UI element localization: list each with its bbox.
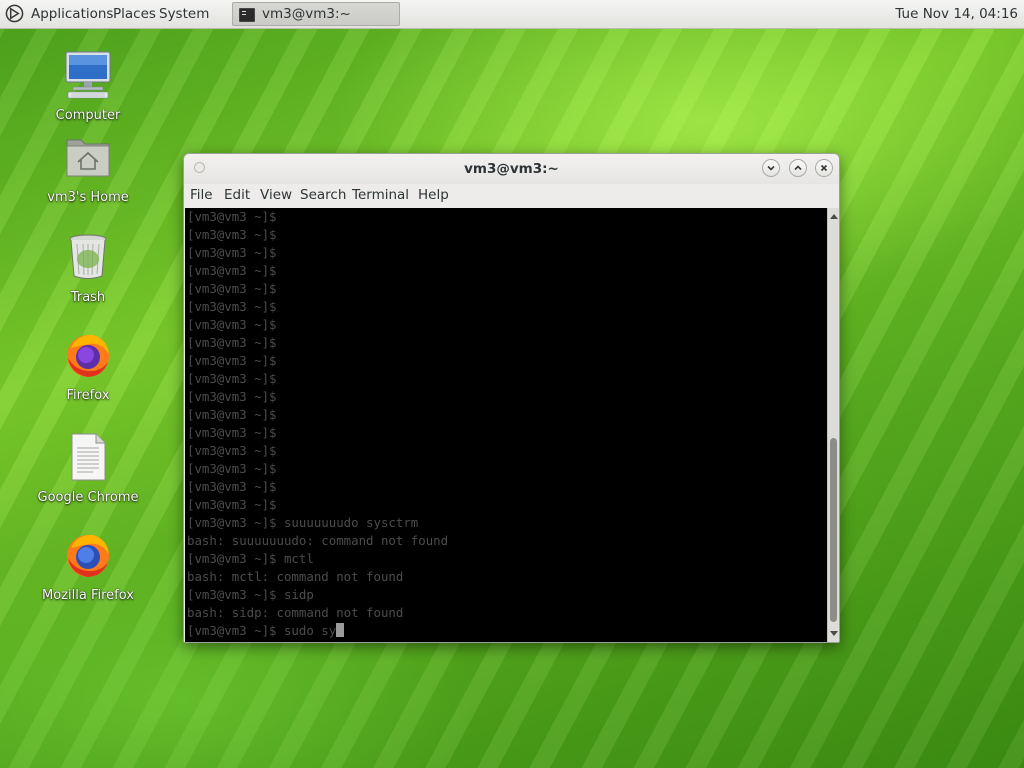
terminal-line: [vm3@vm3 ~]$ <box>187 334 277 352</box>
terminal-line-text: [vm3@vm3 ~]$ mctl <box>187 551 314 566</box>
firefox-icon <box>67 334 109 377</box>
menu-file[interactable]: File <box>190 187 213 203</box>
taskbar-terminal-button[interactable]: vm3@vm3:~ <box>232 2 400 26</box>
menu-view[interactable]: View <box>260 187 292 203</box>
clock[interactable]: Tue Nov 14, 04:16 <box>895 6 1018 22</box>
terminal-output[interactable]: [vm3@vm3 ~]$ [vm3@vm3 ~]$ [vm3@vm3 ~]$ [vm3… <box>185 208 827 642</box>
terminal-line-text: [vm3@vm3 ~]$ <box>187 443 277 458</box>
menu-search[interactable]: Search <box>300 187 346 203</box>
top-panel: Applications Places System vm3@vm3:~ Tue… <box>0 0 1024 29</box>
terminal-cursor <box>336 623 345 637</box>
terminal-line-text: [vm3@vm3 ~]$ <box>187 335 277 350</box>
terminal-line-text: [vm3@vm3 ~]$ <box>187 209 277 224</box>
terminal-line-text: [vm3@vm3 ~]$ <box>187 389 277 404</box>
desktop-icon-home[interactable]: vm3's Home <box>28 132 148 205</box>
terminal-line: [vm3@vm3 ~]$ <box>187 460 277 478</box>
terminal-scrollbar[interactable] <box>827 208 839 642</box>
document-icon <box>71 433 106 481</box>
terminal-line-text: [vm3@vm3 ~]$ suuuuuuudo sysctrm <box>187 515 419 530</box>
desktop-icon-mozilla-firefox[interactable]: Mozilla Firefox <box>28 530 148 603</box>
computer-icon <box>65 51 111 99</box>
menu-terminal[interactable]: Terminal <box>352 187 409 203</box>
maximize-button[interactable] <box>789 159 807 177</box>
chevron-down-icon <box>767 165 775 171</box>
places-menu[interactable]: Places <box>113 6 156 22</box>
desktop-icon-label: Trash <box>70 290 106 305</box>
distro-logo-icon[interactable] <box>5 4 24 23</box>
terminal-line-text: [vm3@vm3 ~]$ sudo sy <box>187 623 337 638</box>
terminal-line: bash: sidp: command not found <box>187 604 403 622</box>
terminal-line: [vm3@vm3 ~]$ sidp <box>187 586 314 604</box>
terminal-line: [vm3@vm3 ~]$ <box>187 316 277 334</box>
terminal-line-text: [vm3@vm3 ~]$ <box>187 227 277 242</box>
desktop-icon-label: Mozilla Firefox <box>42 588 134 603</box>
desktop-icon-label: vm3's Home <box>47 190 129 205</box>
terminal-line: [vm3@vm3 ~]$ mctl <box>187 550 314 568</box>
terminal-line: [vm3@vm3 ~]$ <box>187 496 277 514</box>
desktop-icon-label: Firefox <box>66 388 110 403</box>
terminal-line-text: [vm3@vm3 ~]$ <box>187 479 277 494</box>
window-menubar: File Edit View Search Terminal Help <box>184 184 839 208</box>
chevron-up-icon <box>794 165 802 171</box>
terminal-line-text: [vm3@vm3 ~]$ sidp <box>187 587 314 602</box>
window-title: vm3@vm3:~ <box>464 161 559 177</box>
terminal-line: bash: suuuuuuudo: command not found <box>187 532 448 550</box>
terminal-line: bash: mctl: command not found <box>187 568 403 586</box>
terminal-line: [vm3@vm3 ~]$ suuuuuuudo sysctrm <box>187 514 418 532</box>
terminal-line-text: bash: suuuuuuudo: command not found <box>187 533 449 548</box>
terminal-line: [vm3@vm3 ~]$ <box>187 388 277 406</box>
terminal-line-text: [vm3@vm3 ~]$ <box>187 299 277 314</box>
trash-icon <box>69 234 107 279</box>
applications-menu[interactable]: Applications <box>31 6 113 22</box>
desktop-icon-trash[interactable]: Trash <box>28 232 148 305</box>
terminal-line-text: bash: sidp: command not found <box>187 605 404 620</box>
desktop-icon-label: Computer <box>55 108 121 123</box>
scrollbar-thumb[interactable] <box>830 438 837 622</box>
menu-help[interactable]: Help <box>418 187 449 203</box>
terminal-line: [vm3@vm3 ~]$ <box>187 406 277 424</box>
terminal-line: [vm3@vm3 ~]$ <box>187 262 277 280</box>
menu-edit[interactable]: Edit <box>224 187 250 203</box>
desktop-icon-label: Google Chrome <box>37 490 139 505</box>
desktop-icon-google-chrome[interactable]: Google Chrome <box>28 432 148 505</box>
terminal-line: [vm3@vm3 ~]$ <box>187 280 277 298</box>
terminal-line: [vm3@vm3 ~]$ <box>187 298 277 316</box>
scroll-up-icon[interactable] <box>830 214 838 219</box>
terminal-line: [vm3@vm3 ~]$ sudo sy <box>187 622 345 640</box>
terminal-line: [vm3@vm3 ~]$ <box>187 442 277 460</box>
terminal-line-text: [vm3@vm3 ~]$ <box>187 497 277 512</box>
terminal-line-text: [vm3@vm3 ~]$ <box>187 407 277 422</box>
terminal-line: [vm3@vm3 ~]$ <box>187 244 277 262</box>
terminal-line: [vm3@vm3 ~]$ <box>187 208 277 226</box>
taskbar-terminal-label: vm3@vm3:~ <box>262 6 351 22</box>
terminal-line-text: [vm3@vm3 ~]$ <box>187 263 277 278</box>
terminal-line-text: [vm3@vm3 ~]$ <box>187 281 277 296</box>
home-folder-icon <box>66 139 110 177</box>
desktop-icon-computer[interactable]: Computer <box>28 50 148 123</box>
terminal-line-text: [vm3@vm3 ~]$ <box>187 245 277 260</box>
terminal-line: [vm3@vm3 ~]$ <box>187 424 277 442</box>
desktop-icon-firefox[interactable]: Firefox <box>28 330 148 403</box>
terminal-line-text: bash: mctl: command not found <box>187 569 404 584</box>
terminal-icon <box>239 8 255 22</box>
system-menu[interactable]: System <box>159 6 209 22</box>
terminal-line: [vm3@vm3 ~]$ <box>187 352 277 370</box>
minimize-button[interactable] <box>762 159 780 177</box>
terminal-line-text: [vm3@vm3 ~]$ <box>187 425 277 440</box>
terminal-line-text: [vm3@vm3 ~]$ <box>187 461 277 476</box>
firefox-icon <box>67 534 109 577</box>
scroll-down-icon[interactable] <box>830 631 838 636</box>
terminal-line: [vm3@vm3 ~]$ <box>187 370 277 388</box>
terminal-line: [vm3@vm3 ~]$ <box>187 226 277 244</box>
terminal-line-text: [vm3@vm3 ~]$ <box>187 317 277 332</box>
terminal-line-text: [vm3@vm3 ~]$ <box>187 371 277 386</box>
close-icon <box>820 164 828 172</box>
terminal-window: vm3@vm3:~ File Edit View Search Terminal… <box>183 153 840 643</box>
close-button[interactable] <box>815 159 833 177</box>
terminal-line: [vm3@vm3 ~]$ <box>187 478 277 496</box>
terminal-line-text: [vm3@vm3 ~]$ <box>187 353 277 368</box>
window-titlebar[interactable]: vm3@vm3:~ <box>184 154 839 184</box>
